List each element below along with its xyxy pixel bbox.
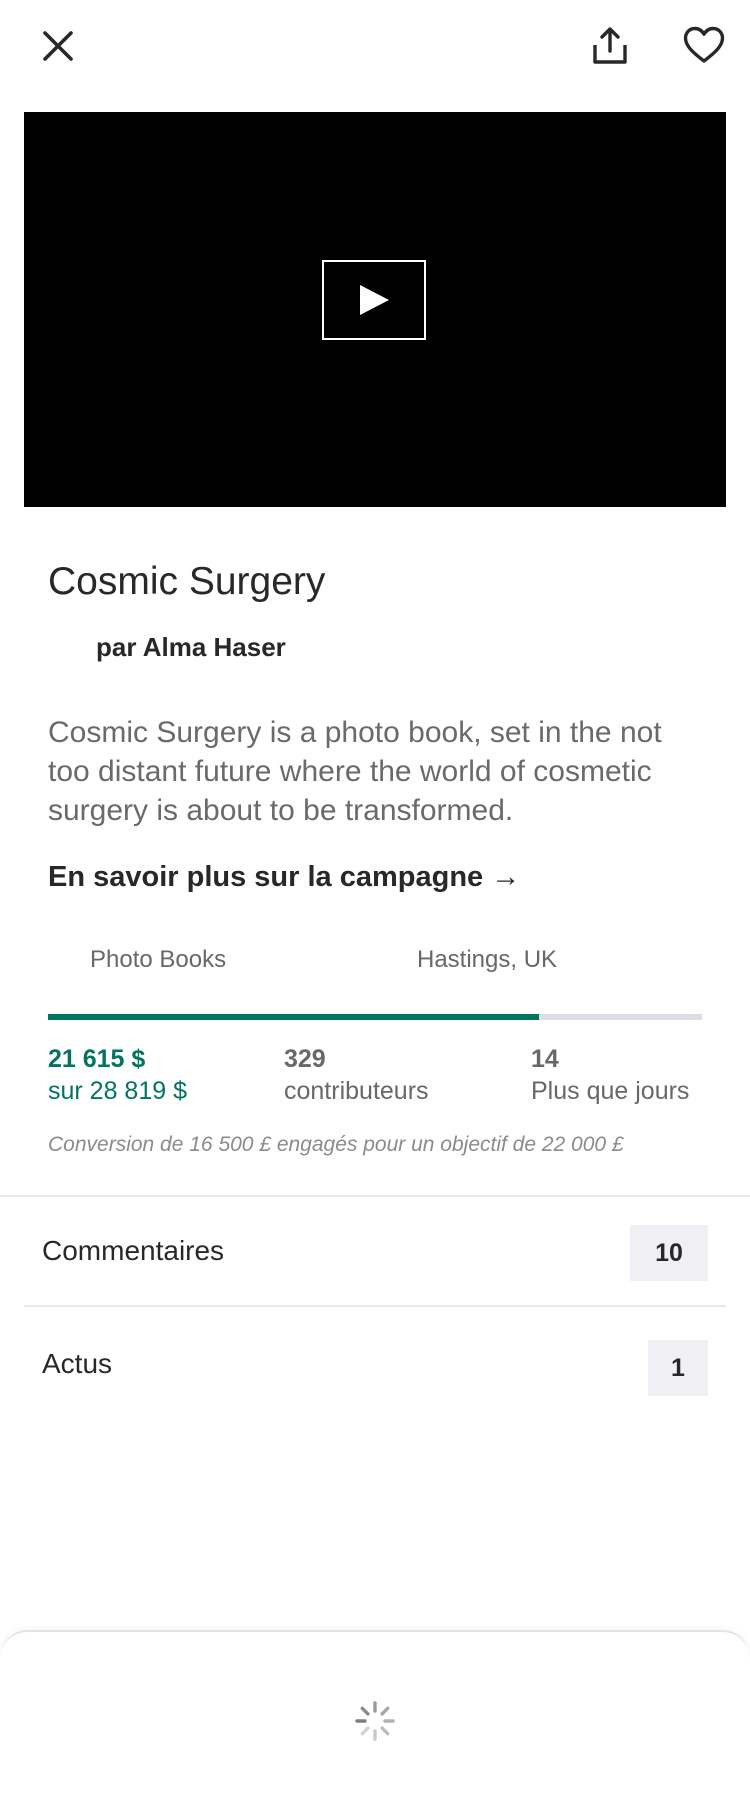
days-count: 14	[531, 1045, 559, 1073]
funding-progress-fill	[48, 1014, 539, 1020]
project-author[interactable]: par Alma Haser	[96, 632, 286, 663]
heart-icon	[683, 26, 725, 63]
backers-label: contributeurs	[284, 1077, 429, 1105]
bottom-sheet	[0, 1630, 750, 1800]
share-icon	[593, 27, 627, 64]
goal-amount: sur 28 819 $	[48, 1077, 187, 1105]
video-player[interactable]	[24, 112, 726, 507]
comments-row[interactable]: Commentaires 10	[24, 1197, 726, 1307]
news-count-badge: 1	[648, 1340, 708, 1396]
close-button[interactable]	[34, 22, 82, 70]
backers-count: 329	[284, 1045, 326, 1073]
news-row[interactable]: Actus 1	[24, 1310, 726, 1420]
spinner-icon	[355, 1701, 395, 1741]
category-tag[interactable]: Photo Books	[90, 946, 226, 974]
backers-stat: 329 contributeurs	[284, 1043, 429, 1107]
news-label: Actus	[42, 1348, 113, 1379]
play-button[interactable]	[322, 260, 426, 340]
location-tag[interactable]: Hastings, UK	[417, 946, 557, 974]
project-blurb: Cosmic Surgery is a photo book, set in t…	[48, 716, 662, 827]
play-icon	[360, 285, 389, 315]
top-bar	[0, 0, 750, 100]
learn-more-link[interactable]: En savoir plus sur la campagne →	[48, 861, 520, 894]
share-button[interactable]	[586, 20, 634, 72]
days-label: Plus que jours	[531, 1077, 690, 1105]
comments-count-badge: 10	[630, 1225, 708, 1281]
funding-progress-bar	[48, 1014, 702, 1020]
days-stat: 14 Plus que jours	[531, 1043, 689, 1107]
comments-label: Commentaires	[42, 1235, 225, 1266]
close-icon	[43, 31, 73, 61]
pledged-stat: 21 615 $ sur 28 819 $	[48, 1043, 187, 1107]
conversion-note: Conversion de 16 500 £ engagés pour un o…	[48, 1133, 624, 1156]
pledged-amount: 21 615 $	[48, 1045, 146, 1073]
favorite-button[interactable]	[678, 20, 730, 70]
project-page: Cosmic Surgery par Alma Haser Cosmic Sur…	[0, 0, 750, 1800]
project-title: Cosmic Surgery	[48, 560, 326, 603]
